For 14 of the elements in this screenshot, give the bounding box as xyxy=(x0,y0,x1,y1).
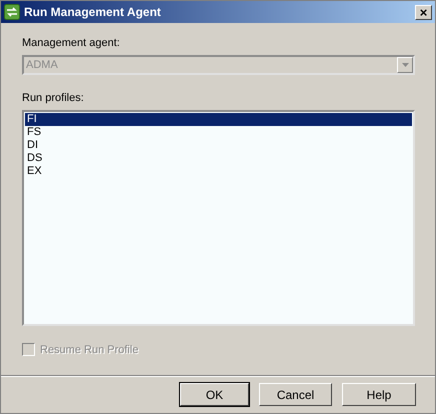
agent-label: Management agent: xyxy=(22,37,121,49)
profile-item[interactable]: FI xyxy=(25,113,412,126)
dialog-button[interactable]: OK xyxy=(180,383,249,406)
resume-label: Resume Run Profile xyxy=(40,344,138,356)
profile-item[interactable]: FS xyxy=(25,126,412,139)
profile-item[interactable]: DS xyxy=(25,152,412,165)
app-icon xyxy=(4,4,20,20)
dialog-button[interactable]: Cancel xyxy=(259,383,332,406)
close-button[interactable]: × xyxy=(415,4,432,20)
dialog-button[interactable]: Help xyxy=(342,383,416,406)
profiles-label: Run profiles: xyxy=(22,92,85,104)
profile-item[interactable]: DI xyxy=(25,139,412,152)
profile-item[interactable]: EX xyxy=(25,165,412,178)
window-title: Run Management Agent xyxy=(24,5,162,19)
